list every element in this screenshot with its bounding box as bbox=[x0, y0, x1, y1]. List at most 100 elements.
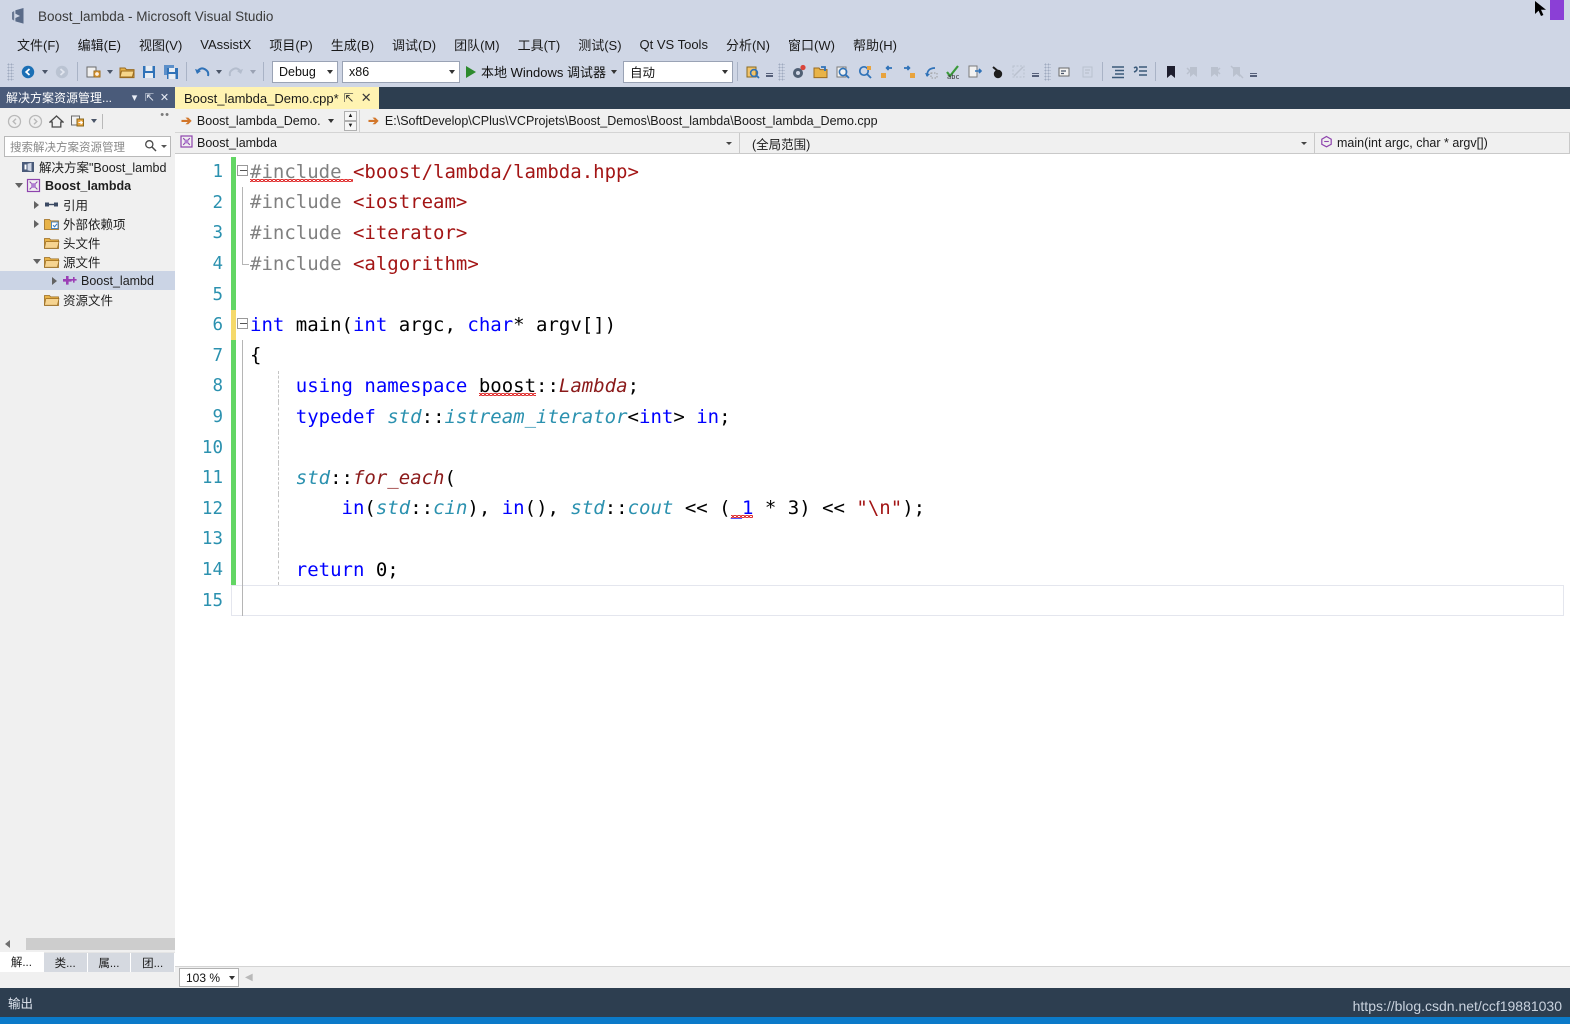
code-line[interactable]: 5 bbox=[175, 279, 1570, 311]
home-icon[interactable] bbox=[46, 111, 67, 132]
code-line[interactable]: 3 #include <iterator> bbox=[175, 217, 1570, 249]
menu-item-window[interactable]: 窗口(W) bbox=[779, 33, 844, 56]
tree-node[interactable]: 解决方案"Boost_lambd bbox=[0, 157, 175, 176]
save-all-icon[interactable] bbox=[160, 61, 182, 83]
code-line[interactable]: 8 using namespace boost::Lambda; bbox=[175, 370, 1570, 402]
spell-check-icon[interactable]: abc bbox=[942, 61, 964, 83]
code-line[interactable]: 4 #include <algorithm> bbox=[175, 248, 1570, 280]
code-line[interactable]: 10 bbox=[175, 432, 1570, 464]
fold-column[interactable] bbox=[236, 310, 250, 341]
code-line[interactable]: 12 in(std::cin), in(), std::cout << (_1 … bbox=[175, 493, 1570, 525]
code-line[interactable]: 7{ bbox=[175, 340, 1570, 372]
menu-item-file[interactable]: 文件(F) bbox=[8, 33, 69, 56]
undo-icon[interactable] bbox=[191, 61, 213, 83]
collapse-region-icon[interactable] bbox=[237, 317, 248, 329]
chevron-down-icon[interactable]: ▾ bbox=[127, 90, 142, 105]
start-debug-button[interactable]: 本地 Windows 调试器 bbox=[460, 62, 623, 81]
solution-configuration-combo[interactable]: Debug bbox=[272, 60, 338, 83]
scroll-left-icon[interactable] bbox=[0, 936, 16, 952]
tree-node[interactable]: 头文件 bbox=[0, 233, 175, 252]
tree-node[interactable]: 外部依赖项 bbox=[0, 214, 175, 233]
toolbar-grip[interactable] bbox=[777, 62, 785, 81]
goto-next-icon[interactable] bbox=[898, 61, 920, 83]
toolbar-grip[interactable] bbox=[7, 62, 14, 81]
menu-item-tools[interactable]: 工具(T) bbox=[509, 33, 570, 56]
increase-indent-icon[interactable] bbox=[1107, 61, 1129, 83]
chevron-down-icon[interactable] bbox=[12, 179, 25, 192]
pin-icon[interactable]: ⇱ bbox=[142, 90, 157, 105]
fold-column[interactable] bbox=[236, 157, 250, 188]
tab-properties[interactable]: 属... bbox=[87, 953, 132, 972]
project-scope-dropdown[interactable]: Boost_lambda bbox=[175, 133, 740, 153]
surround-with-icon[interactable] bbox=[986, 61, 1008, 83]
menu-item-view[interactable]: 视图(V) bbox=[130, 33, 191, 56]
collapse-region-icon[interactable] bbox=[237, 164, 248, 176]
tree-node[interactable]: Boost_lambd bbox=[0, 271, 175, 290]
scrollbar-track[interactable] bbox=[16, 938, 216, 950]
zoom-level-combo[interactable]: 103 % bbox=[179, 968, 239, 987]
find-references-icon[interactable] bbox=[832, 61, 854, 83]
chevron-down-icon[interactable] bbox=[107, 69, 113, 74]
file-nav-spinner[interactable]: ▲ ▼ bbox=[344, 110, 357, 131]
menu-item-analyze[interactable]: 分析(N) bbox=[717, 33, 779, 56]
chevron-down-icon[interactable] bbox=[216, 69, 222, 74]
tab-team-explorer[interactable]: 团... bbox=[131, 953, 175, 972]
chevron-right-icon[interactable] bbox=[30, 217, 43, 230]
menu-item-team[interactable]: 团队(M) bbox=[445, 33, 509, 56]
close-icon[interactable]: ✕ bbox=[157, 90, 172, 105]
toolbar-grip[interactable] bbox=[1043, 62, 1051, 81]
chevron-down-icon[interactable] bbox=[30, 255, 43, 268]
chevron-down-icon[interactable] bbox=[42, 69, 48, 74]
file-selector-combo[interactable]: ➔ Boost_lambda_Demo.cp ▲▼ bbox=[175, 109, 360, 132]
code-line[interactable]: 14 return 0; bbox=[175, 554, 1570, 586]
open-corresponding-file-icon[interactable] bbox=[810, 61, 832, 83]
menu-item-test[interactable]: 测试(S) bbox=[569, 33, 630, 56]
member-scope-dropdown[interactable]: (全局范围) bbox=[740, 133, 1315, 153]
tree-node[interactable]: Boost_lambda bbox=[0, 176, 175, 195]
code-line[interactable]: 6 int main(int argc, char* argv[]) bbox=[175, 309, 1570, 341]
menu-item-qt-vs-tools[interactable]: Qt VS Tools bbox=[631, 35, 717, 54]
toolbar-overflow-button[interactable] bbox=[1031, 67, 1039, 77]
solution-platform-combo[interactable]: x86 bbox=[342, 60, 460, 83]
tree-node[interactable]: 引用 bbox=[0, 195, 175, 214]
chevron-down-icon[interactable] bbox=[91, 119, 97, 123]
code-editor[interactable]: 1 #include <boost/lambda/lambda.hpp> 2 #inc… bbox=[175, 154, 1570, 966]
chevron-down-icon[interactable] bbox=[726, 141, 732, 145]
bookmark-icon[interactable] bbox=[1160, 61, 1182, 83]
new-project-icon[interactable] bbox=[82, 61, 104, 83]
chevron-down-icon[interactable] bbox=[161, 145, 167, 148]
chevron-down-icon[interactable] bbox=[610, 69, 617, 74]
search-icon[interactable] bbox=[144, 139, 157, 155]
solution-explorer-horizontal-scrollbar[interactable] bbox=[0, 936, 216, 952]
tree-node[interactable]: 资源文件 bbox=[0, 290, 175, 309]
refactor-icon[interactable] bbox=[920, 61, 942, 83]
save-icon[interactable] bbox=[138, 61, 160, 83]
toolbar-overflow-button[interactable] bbox=[765, 67, 773, 77]
close-icon[interactable]: ✕ bbox=[359, 90, 374, 106]
sync-with-active-document-icon[interactable] bbox=[67, 111, 88, 132]
search-input[interactable]: 搜索解决方案资源管理 bbox=[4, 136, 171, 157]
find-symbol-icon[interactable] bbox=[742, 61, 764, 83]
navigate-back-icon[interactable] bbox=[17, 61, 39, 83]
open-file-in-solution-icon[interactable] bbox=[964, 61, 986, 83]
open-file-icon[interactable] bbox=[116, 61, 138, 83]
menu-item-help[interactable]: 帮助(H) bbox=[844, 33, 906, 56]
goto-previous-icon[interactable] bbox=[876, 61, 898, 83]
pin-icon[interactable]: ⇱ bbox=[344, 91, 354, 105]
document-tab[interactable]: Boost_lambda_Demo.cpp* ⇱ ✕ bbox=[175, 87, 379, 109]
chevron-right-icon[interactable] bbox=[30, 198, 43, 211]
chevron-right-icon[interactable] bbox=[48, 274, 61, 287]
vassist-settings-icon[interactable] bbox=[788, 61, 810, 83]
tab-class-view[interactable]: 类... bbox=[43, 953, 88, 972]
code-line[interactable]: 11 std::for_each( bbox=[175, 462, 1570, 494]
comment-block-icon[interactable] bbox=[1129, 61, 1151, 83]
chevron-down-icon[interactable] bbox=[328, 118, 334, 123]
more-options-icon[interactable]: •• bbox=[160, 109, 170, 121]
function-scope-dropdown[interactable]: main(int argc, char * argv[]) bbox=[1315, 133, 1570, 153]
scroll-left-icon[interactable]: ◀ bbox=[245, 972, 253, 983]
code-line[interactable]: 15} bbox=[175, 585, 1570, 617]
notification-badge[interactable] bbox=[1550, 0, 1564, 20]
code-line[interactable]: 2 #include <iostream> bbox=[175, 187, 1570, 219]
menu-item-edit[interactable]: 编辑(E) bbox=[69, 33, 130, 56]
debug-auto-combo[interactable]: 自动 bbox=[622, 60, 733, 83]
